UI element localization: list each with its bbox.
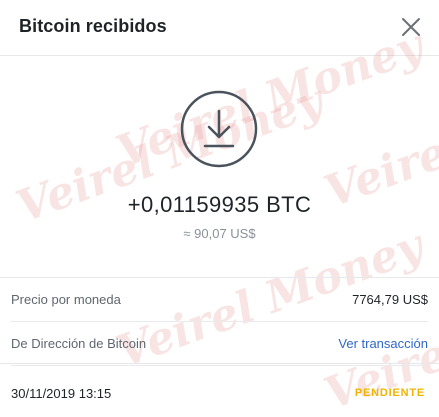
price-per-coin-row: Precio por moneda 7764,79 US$: [11, 278, 428, 322]
dialog-footer: 30/11/2019 13:15 PENDIENTE: [0, 363, 439, 417]
dialog-title: Bitcoin recibidos: [19, 16, 167, 36]
transaction-dialog: Bitcoin recibidos Veirel Money Veirel Mo…: [0, 0, 439, 417]
price-per-coin-value: 7764,79 US$: [352, 292, 428, 307]
from-address-label: De Dirección de Bitcoin: [11, 336, 147, 351]
download-arrow-icon: [180, 90, 258, 168]
close-icon[interactable]: [398, 14, 424, 40]
from-address-row: De Dirección de Bitcoin Ver transacción: [11, 322, 428, 366]
fiat-amount: ≈ 90,07 US$: [183, 226, 256, 241]
view-transaction-link[interactable]: Ver transacción: [338, 336, 428, 351]
transaction-details: Precio por moneda 7764,79 US$ De Direcci…: [0, 277, 439, 366]
price-per-coin-label: Precio por moneda: [11, 292, 121, 307]
dialog-header: Bitcoin recibidos: [0, 0, 439, 56]
transaction-timestamp: 30/11/2019 13:15: [11, 386, 112, 401]
crypto-amount: +0,01159935 BTC: [127, 192, 312, 217]
status-badge: PENDIENTE: [354, 387, 425, 399]
